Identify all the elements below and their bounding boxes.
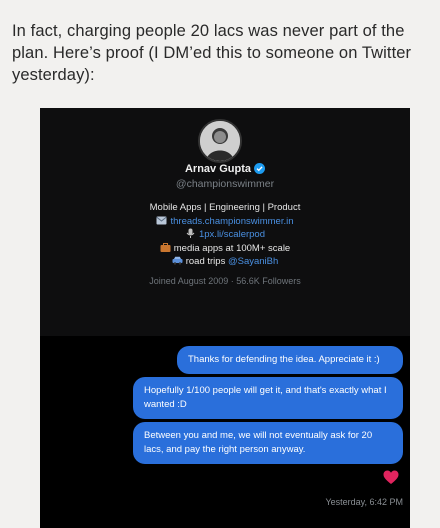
- bio-media-text: media apps at 100M+ scale: [173, 242, 291, 254]
- bio-line-pod: 1px.li/scalerpod: [40, 228, 410, 242]
- message-bubble[interactable]: Hopefully 1/100 people will get it, and …: [133, 377, 403, 419]
- car-icon: [172, 256, 183, 265]
- dm-conversation: Thanks for defending the idea. Appreciat…: [40, 336, 410, 528]
- message-bubble[interactable]: Between you and me, we will not eventual…: [133, 422, 403, 464]
- profile-joined-followers: Joined August 2009 · 56.6K Followers: [149, 276, 301, 286]
- bio-line-media: media apps at 100M+ scale: [40, 242, 410, 256]
- verified-badge-icon: [254, 163, 265, 177]
- scalerpod-link[interactable]: 1px.li/scalerpod: [199, 229, 265, 240]
- avatar[interactable]: [198, 119, 242, 163]
- profile-name[interactable]: Arnav Gupta: [185, 163, 251, 175]
- embedded-screenshot: Arnav Gupta @championswimmer Mobile Apps…: [40, 108, 410, 528]
- bio-line-trips: road trips @SayaniBh: [40, 255, 410, 269]
- threads-link[interactable]: threads.championswimmer.in: [170, 216, 293, 227]
- profile-handle: @championswimmer: [175, 178, 275, 190]
- sayani-mention-link[interactable]: @SayaniBh: [228, 256, 278, 267]
- profile-bio: Mobile Apps | Engineering | Product thre…: [40, 201, 410, 269]
- bio-line-threads: threads.championswimmer.in: [40, 215, 410, 229]
- bio-trips-text: road trips: [185, 256, 228, 267]
- post-text: In fact, charging people 20 lacs was nev…: [12, 22, 412, 84]
- microphone-icon: [185, 228, 196, 238]
- profile-card: Arnav Gupta @championswimmer Mobile Apps…: [40, 108, 410, 336]
- heart-reaction-icon: [383, 470, 399, 490]
- envelope-icon: [156, 216, 168, 225]
- briefcase-icon: [160, 242, 171, 252]
- bio-line-roles: Mobile Apps | Engineering | Product: [149, 202, 301, 213]
- message-timestamp: Yesterday, 6:42 PM: [325, 497, 403, 507]
- profile-name-row: Arnav Gupta: [40, 163, 410, 177]
- message-bubble[interactable]: Thanks for defending the idea. Appreciat…: [177, 346, 403, 374]
